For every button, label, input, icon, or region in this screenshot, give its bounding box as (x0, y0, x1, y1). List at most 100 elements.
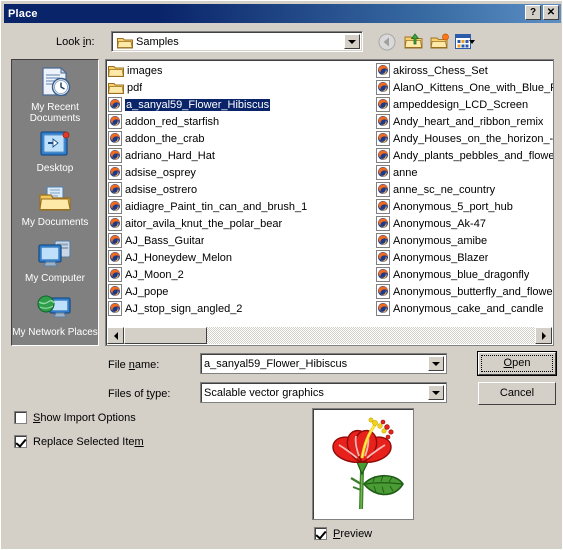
file-list-item[interactable]: Anonymous_Blazer (376, 249, 553, 266)
file-list-item-label: Anonymous_blue_dragonfly (393, 268, 530, 281)
file-list-item[interactable]: Andy_Houses_on_the_horizon_-_ (376, 130, 553, 147)
file-list-item-label: Anonymous_5_port_hub (393, 200, 513, 213)
scroll-left-button[interactable] (107, 327, 124, 344)
place-dialog: Place ? ✕ Look in: Samples My Recent Doc… (0, 0, 563, 550)
views-menu-icon[interactable] (454, 31, 476, 52)
svg-file-icon (376, 114, 390, 129)
file-list-item-label: akiross_Chess_Set (393, 64, 488, 77)
file-list-item-label: Anonymous_butterfly_and_flowe (393, 285, 553, 298)
look-in-combobox[interactable]: Samples (111, 31, 363, 52)
files-of-type-select[interactable]: Scalable vector graphics (200, 382, 447, 403)
svg-file-icon (108, 267, 122, 282)
file-list-item[interactable]: anne_sc_ne_country (376, 181, 553, 198)
svg-file-icon (108, 233, 122, 248)
scrollbar-track[interactable] (207, 327, 535, 344)
scroll-right-button[interactable] (535, 327, 552, 344)
file-list-item-label: AJ_Honeydew_Melon (125, 251, 233, 264)
file-list-item-label: addon_the_crab (125, 132, 205, 145)
sidebar-item-label: My Network Places (12, 327, 98, 338)
replace-selected-item-label: Replace Selected Item (33, 435, 144, 448)
help-button[interactable]: ? (525, 5, 541, 20)
svg-file-icon (376, 250, 390, 265)
file-list-item[interactable]: aitor_avila_knut_the_polar_bear (108, 215, 376, 232)
file-list-item[interactable]: AJ_Honeydew_Melon (108, 249, 376, 266)
new-folder-icon[interactable] (428, 31, 450, 52)
file-list-item[interactable]: Anonymous_blue_dragonfly (376, 266, 553, 283)
look-in-dropdown-arrow[interactable] (344, 34, 360, 49)
svg-file-icon (376, 216, 390, 231)
file-list-item[interactable]: akiross_Chess_Set (376, 62, 553, 79)
file-list-item[interactable]: Anonymous_butterfly_and_flowe (376, 283, 553, 300)
show-import-options-label: Show Import Options (33, 411, 136, 424)
file-list-item[interactable]: AJ_Moon_2 (108, 266, 376, 283)
scrollbar-thumb[interactable] (124, 327, 207, 344)
file-list-item[interactable]: Andy_heart_and_ribbon_remix (376, 113, 553, 130)
svg-file-icon (108, 182, 122, 197)
file-name-input[interactable]: a_sanyal59_Flower_Hibiscus (200, 353, 447, 374)
horizontal-scrollbar[interactable] (107, 327, 552, 344)
file-list-item-label: images (127, 64, 163, 77)
sidebar-item-my-recent-documents[interactable]: My Recent Documents (12, 63, 98, 124)
cancel-button[interactable]: Cancel (478, 382, 556, 405)
svg-file-icon (376, 97, 390, 112)
svg-file-icon (376, 131, 390, 146)
file-list-item[interactable]: addon_red_starfish (108, 113, 376, 130)
up-one-level-icon[interactable] (402, 31, 424, 52)
preview-checkbox[interactable]: Preview (314, 527, 372, 540)
file-list-item-label: Andy_plants_pebbles_and_flower (393, 149, 554, 162)
files-of-type-dropdown-arrow[interactable] (428, 385, 444, 400)
file-list-item[interactable]: AJ_stop_sign_angled_2 (108, 300, 376, 317)
file-list-item[interactable]: AJ_pope (108, 283, 376, 300)
file-list-item[interactable]: pdf (108, 79, 376, 96)
file-list-item[interactable]: Anonymous_Ak-47 (376, 215, 553, 232)
sidebar-item-my-computer[interactable]: My Computer (12, 236, 98, 284)
sidebar-item-my-network-places[interactable]: My Network Places (12, 292, 98, 338)
open-label-rest: pen (512, 357, 531, 369)
file-list-item[interactable]: images (108, 62, 376, 79)
sidebar-item-label: My Recent Documents (29, 102, 81, 124)
show-import-options-checkbox[interactable]: Show Import Options (14, 411, 136, 424)
file-list-item[interactable]: adsise_osprey (108, 164, 376, 181)
file-list-item[interactable]: AlanO_Kittens_One_with_Blue_Ri (376, 79, 553, 96)
svg-file-icon (108, 97, 122, 112)
file-list-item-label: AJ_stop_sign_angled_2 (125, 302, 243, 315)
svg-file-icon (376, 233, 390, 248)
file-list-item[interactable]: Anonymous_cake_and_candle (376, 300, 553, 317)
close-button[interactable]: ✕ (543, 5, 559, 20)
file-list-item[interactable]: adriano_Hard_Hat (108, 147, 376, 164)
svg-file-icon (376, 80, 390, 95)
file-list-item[interactable]: AJ_Bass_Guitar (108, 232, 376, 249)
folder-icon (108, 81, 124, 95)
svg-file-icon (376, 148, 390, 163)
file-list-item-label: pdf (127, 81, 143, 94)
svg-file-icon (108, 301, 122, 316)
svg-file-icon (376, 199, 390, 214)
file-list-item[interactable]: a_sanyal59_Flower_Hibiscus (108, 96, 376, 113)
file-list-item[interactable]: ampeddesign_LCD_Screen (376, 96, 553, 113)
file-list-item[interactable]: aidiagre_Paint_tin_can_and_brush_1 (108, 198, 376, 215)
file-list-item-label: Anonymous_Ak-47 (393, 217, 486, 230)
file-list-item-label: anne (393, 166, 418, 179)
file-list-item[interactable]: adsise_ostrero (108, 181, 376, 198)
svg-file-icon (376, 182, 390, 197)
sidebar-item-desktop[interactable]: Desktop (12, 126, 98, 174)
svg-file-icon (108, 148, 122, 163)
file-list[interactable]: images pdf a_sanyal59_Flower_Hibiscus addon… (105, 59, 554, 346)
replace-selected-item-checkbox[interactable]: Replace Selected Item (14, 435, 144, 448)
file-list-item-label: AJ_pope (125, 285, 169, 298)
file-list-item[interactable]: addon_the_crab (108, 130, 376, 147)
file-list-item[interactable]: Anonymous_amibe (376, 232, 553, 249)
file-list-item-label: Anonymous_amibe (393, 234, 488, 247)
file-list-item[interactable]: anne (376, 164, 553, 181)
file-list-item-label: adsise_ostrero (125, 183, 198, 196)
open-button[interactable]: Open (477, 351, 557, 376)
file-list-item[interactable]: Andy_plants_pebbles_and_flower (376, 147, 554, 164)
file-name-dropdown-arrow[interactable] (428, 356, 444, 371)
svg-file-icon (376, 165, 390, 180)
hibiscus-flower-preview (317, 411, 409, 517)
file-list-item-label: AJ_Bass_Guitar (125, 234, 205, 247)
sidebar-item-my-documents[interactable]: My Documents (12, 182, 98, 228)
svg-file-icon (376, 267, 390, 282)
back-arrow-icon[interactable] (376, 31, 398, 52)
file-list-item[interactable]: Anonymous_5_port_hub (376, 198, 553, 215)
